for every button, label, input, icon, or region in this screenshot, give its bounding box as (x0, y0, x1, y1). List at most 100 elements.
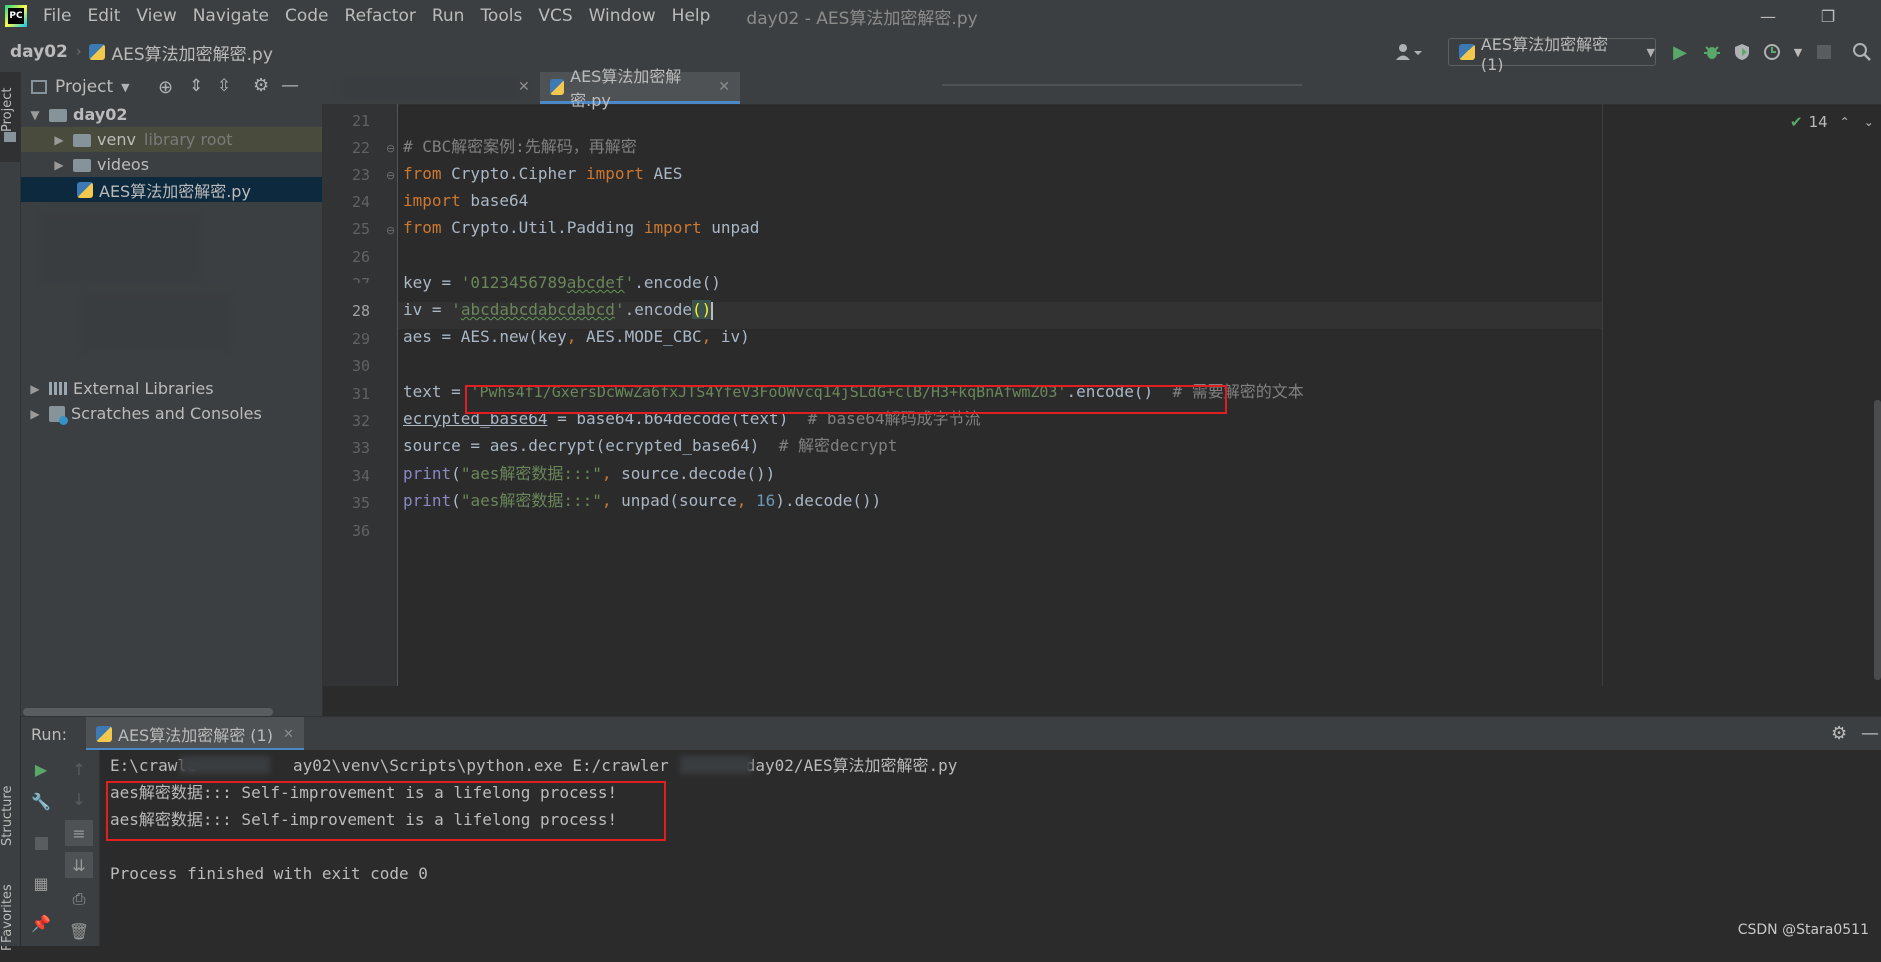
favorites-tool-tab[interactable]: Favorites (0, 881, 20, 946)
arrow-up-icon[interactable]: ↑ (65, 756, 93, 782)
menu-run[interactable]: Run (424, 6, 473, 26)
editor-vertical-scrollbar[interactable] (1874, 400, 1881, 680)
debug-icon[interactable] (1700, 40, 1724, 64)
expand-all-icon[interactable]: ⇕ (189, 76, 203, 96)
fold-icon[interactable]: ⊖ (386, 142, 395, 155)
line-number: 27 (322, 275, 370, 283)
arrow-down-icon[interactable]: ↓ (65, 786, 93, 812)
minimize-icon[interactable]: — (1740, 0, 1796, 32)
hide-panel-icon[interactable]: — (1861, 723, 1879, 744)
gear-icon[interactable]: ⚙ (1831, 723, 1847, 744)
run-toolbar-secondary: ↑ ↓ ≡ ⇊ ⎙ 🗑 (59, 750, 100, 946)
breadcrumb: day02 › AES算法加密解密.py (10, 32, 273, 72)
structure-tool-tab[interactable]: Structure (0, 776, 20, 856)
stop-icon[interactable] (27, 830, 55, 856)
close-tab-icon[interactable]: ✕ (518, 79, 530, 95)
menu-edit[interactable]: Edit (79, 6, 128, 26)
soft-wrap-icon[interactable]: ≡ (65, 820, 93, 846)
tree-item-videos[interactable]: ▶ videos (21, 152, 352, 177)
folder-icon (4, 132, 16, 142)
breadcrumb-project[interactable]: day02 (10, 42, 68, 62)
menu-vcs[interactable]: VCS (530, 6, 580, 26)
line-number: 33 (351, 439, 370, 457)
chevron-right-icon[interactable]: ▶ (27, 407, 43, 421)
fold-icon[interactable]: ⊖ (386, 224, 395, 237)
print-icon[interactable]: ⎙ (65, 886, 93, 912)
obscured-region (180, 756, 270, 774)
project-panel-title[interactable]: Project (55, 77, 113, 97)
tree-item-day02[interactable]: ▼ day02 (21, 102, 328, 127)
profile-icon[interactable] (1762, 40, 1786, 64)
project-view-icon (31, 80, 47, 94)
code-line-24: import base64 (403, 191, 529, 210)
chevron-down-icon[interactable]: ▼ (27, 108, 43, 122)
horizontal-scrollbar[interactable] (23, 708, 273, 716)
coverage-icon[interactable] (1730, 40, 1754, 64)
line-number: 26 (351, 248, 370, 266)
menu-navigate[interactable]: Navigate (185, 6, 277, 26)
menu-file[interactable]: File (35, 6, 79, 26)
text-cursor (711, 301, 714, 320)
chevron-right-icon[interactable]: ▶ (51, 133, 67, 147)
chevron-down-icon[interactable]: ⌄ (1864, 115, 1874, 129)
menu-code[interactable]: Code (277, 6, 337, 26)
tree-item-scratches[interactable]: ▶ Scratches and Consoles (21, 401, 328, 426)
tab-aes-file[interactable]: AES算法加密解密.py ✕ (540, 67, 740, 110)
menu-tools[interactable]: Tools (472, 6, 530, 26)
hide-panel-icon[interactable]: — (281, 75, 299, 96)
run-icon[interactable]: ▶ (1668, 40, 1692, 64)
check-icon: ✔ (1790, 113, 1803, 131)
wrench-icon[interactable]: 🔧 (27, 788, 55, 814)
menu-view[interactable]: View (128, 6, 184, 26)
line-number: 28 (351, 302, 370, 320)
python-file-icon (550, 78, 565, 95)
code-line-28: iv = 'abcdabcdabcdabcd'.encode() (403, 300, 714, 320)
left-tool-strip-bottom: Structure Favorites (0, 716, 20, 946)
tree-item-external-libraries[interactable]: ▶ External Libraries (21, 376, 328, 401)
chevron-down-icon[interactable]: ▼ (121, 81, 129, 94)
code-line-34: print("aes解密数据:::", source.decode()) (403, 464, 776, 483)
python-icon (96, 726, 112, 742)
gear-icon[interactable]: ⚙ (253, 75, 269, 96)
stop-icon[interactable] (1812, 40, 1836, 64)
tree-item-venv[interactable]: ▶ venv library root (21, 127, 352, 152)
line-number: 32 (351, 412, 370, 430)
run-tab[interactable]: AES算法加密解密 (1) ✕ (86, 717, 304, 751)
close-tab-icon[interactable]: ✕ (283, 727, 294, 742)
menu-help[interactable]: Help (664, 6, 719, 26)
chevron-right-icon[interactable]: ▶ (27, 382, 43, 396)
fold-icon[interactable]: ⊖ (386, 169, 395, 182)
pin-icon[interactable]: 📌 (27, 910, 55, 936)
editor-tab-bar: ✕ AES算法加密解密.py ✕ (322, 67, 1881, 110)
navigation-bar: day02 › AES算法加密解密.py AES算法加密解密 (1) ▼ ▶ ▼ (0, 32, 1881, 74)
run-configuration-select[interactable]: AES算法加密解密 (1) ▼ (1448, 35, 1656, 74)
search-icon[interactable] (1850, 40, 1874, 64)
window-title: day02 - AES算法加密解密.py (746, 8, 978, 29)
chevron-right-icon[interactable]: ▶ (51, 158, 67, 172)
inspection-widget[interactable]: ✔ 14 ⌃ ⌄ (1790, 110, 1874, 134)
code-line-25: from Crypto.Util.Padding import unpad (403, 218, 760, 237)
layout-icon[interactable]: ▦ (27, 870, 55, 896)
breadcrumb-file[interactable]: AES算法加密解密.py (111, 40, 272, 65)
menu-bar: PC File Edit View Navigate Code Refactor… (0, 0, 1881, 32)
collapse-all-icon[interactable]: ⇳ (217, 76, 231, 96)
project-panel: Project ▼ ⊕ ⇕ ⇳ ⚙ — ▼ day02 ▶ venv libra… (21, 72, 378, 716)
restore-icon[interactable]: ❐ (1800, 0, 1856, 32)
menu-refactor[interactable]: Refactor (337, 6, 424, 26)
menu-window[interactable]: Window (581, 6, 664, 26)
folder-icon (73, 159, 91, 172)
scratches-icon (49, 405, 68, 425)
folder-icon (73, 134, 91, 147)
rerun-icon[interactable]: ▶ (27, 756, 55, 782)
python-file-icon (89, 44, 106, 60)
more-run-options-icon[interactable]: ▼ (1786, 40, 1810, 64)
scroll-to-end-icon[interactable]: ⇊ (65, 852, 93, 878)
console-output[interactable]: E:\crawle ay02\venv\Scripts\python.exe E… (100, 750, 1881, 946)
right-margin-guide (1602, 104, 1603, 686)
close-tab-icon[interactable]: ✕ (718, 79, 730, 95)
chevron-up-icon[interactable]: ⌃ (1840, 115, 1850, 129)
chevron-down-icon: ▼ (1646, 45, 1655, 59)
trash-icon[interactable]: 🗑 (65, 918, 93, 944)
user-dropdown-icon[interactable] (1392, 40, 1426, 64)
locate-file-icon[interactable]: ⊕ (158, 77, 173, 98)
